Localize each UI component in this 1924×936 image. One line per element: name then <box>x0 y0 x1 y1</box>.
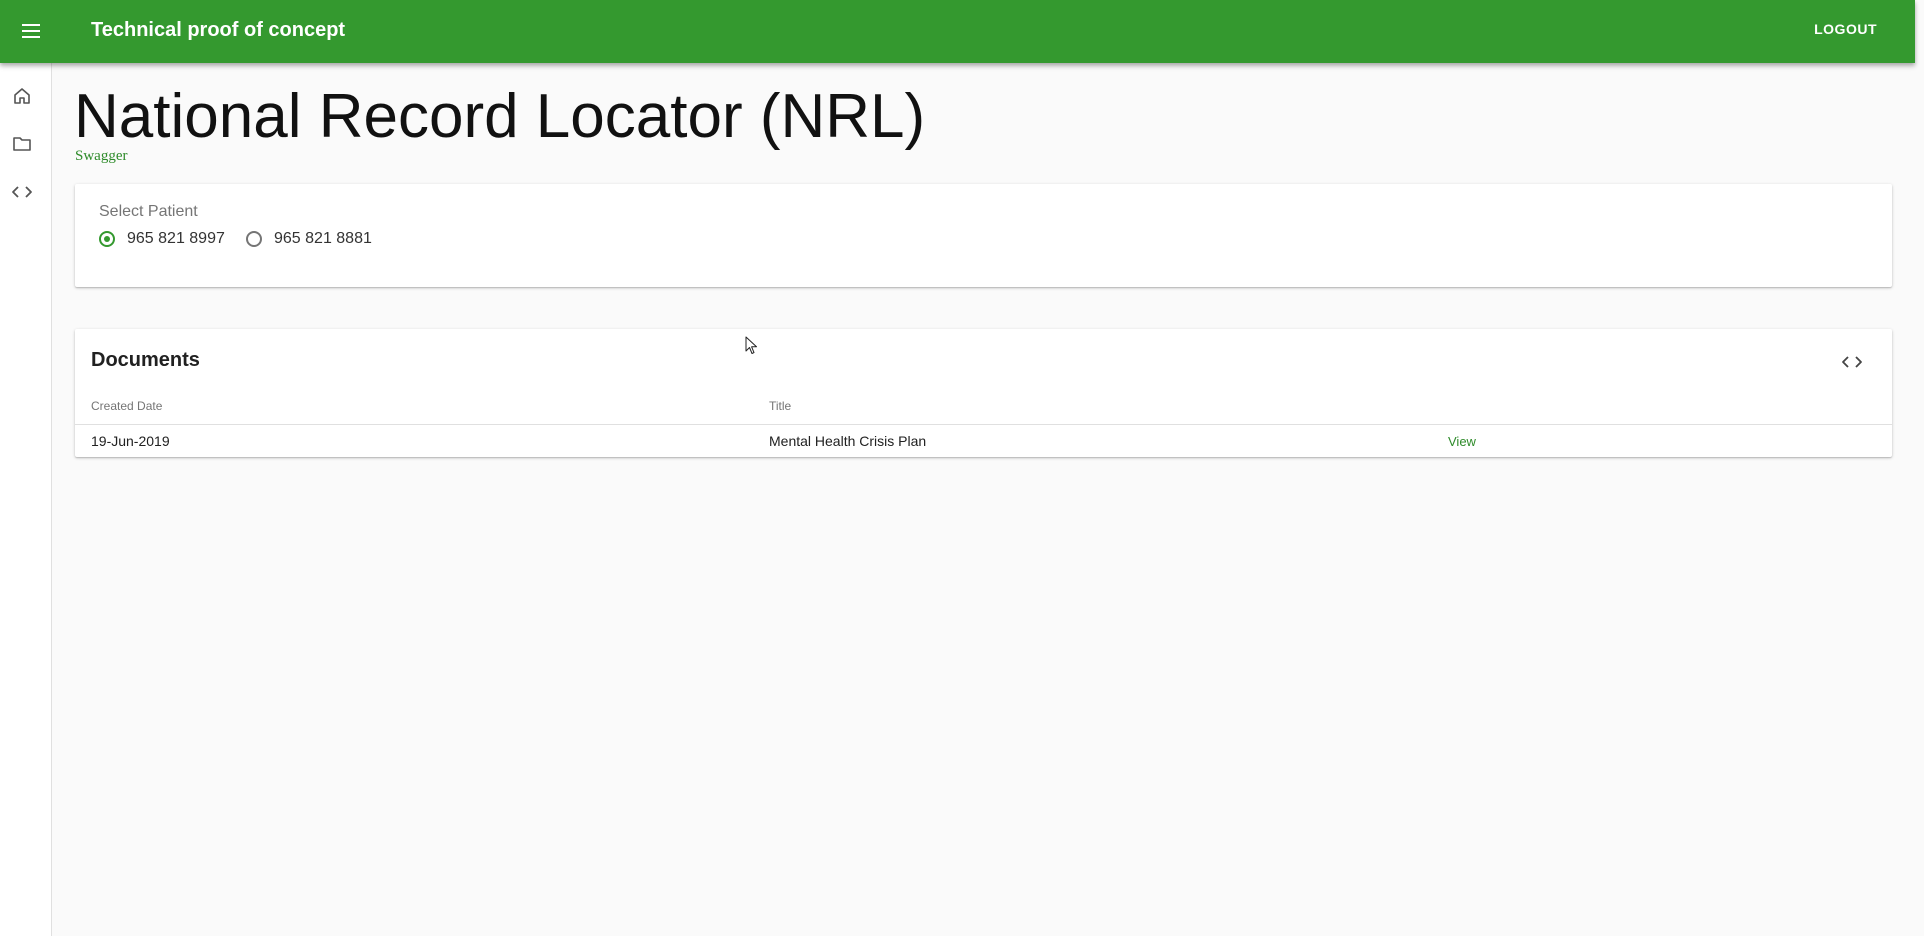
radio-selected-icon[interactable] <box>99 231 115 247</box>
nav-item-code[interactable] <box>9 179 35 205</box>
home-icon <box>14 88 30 104</box>
menu-button[interactable] <box>14 14 48 48</box>
page-title: National Record Locator (NRL) <box>74 82 926 151</box>
patient-radio-option[interactable]: 965 821 8997 <box>99 230 225 248</box>
table-row: 19-Jun-2019 Mental Health Crisis Plan Vi… <box>75 425 1892 457</box>
folder-icon <box>13 137 31 151</box>
column-header-created-date[interactable]: Created Date <box>91 399 162 413</box>
app-title: Technical proof of concept <box>91 19 346 41</box>
code-view-button[interactable] <box>1838 349 1866 375</box>
column-header-title[interactable]: Title <box>769 399 791 413</box>
code-icon <box>12 186 32 198</box>
documents-card: Documents Created Date Title 19-Jun-2019… <box>75 329 1892 457</box>
documents-title: Documents <box>91 349 200 371</box>
window-edge <box>1915 0 1924 936</box>
radio-unselected-icon[interactable] <box>246 231 262 247</box>
cell-title: Mental Health Crisis Plan <box>769 433 927 449</box>
patient-radio-option[interactable]: 965 821 8881 <box>246 230 372 248</box>
app-bar: Technical proof of concept LOGOUT <box>0 0 1915 63</box>
select-patient-label: Select Patient <box>99 203 198 220</box>
patient-option-label: 965 821 8997 <box>127 230 225 247</box>
cell-created-date: 19-Jun-2019 <box>91 433 170 449</box>
patient-option-label: 965 821 8881 <box>274 230 372 247</box>
menu-icon <box>22 24 40 38</box>
nav-item-folder[interactable] <box>9 131 35 157</box>
nav-item-home[interactable] <box>9 83 35 109</box>
swagger-link[interactable]: Swagger <box>75 148 128 165</box>
nav-rail <box>0 63 52 936</box>
view-document-link[interactable]: View <box>1448 434 1476 449</box>
logout-button[interactable]: LOGOUT <box>1814 21 1877 37</box>
code-icon <box>1842 356 1862 368</box>
patient-select-card: Select Patient 965 821 8997 965 821 8881 <box>75 184 1892 287</box>
